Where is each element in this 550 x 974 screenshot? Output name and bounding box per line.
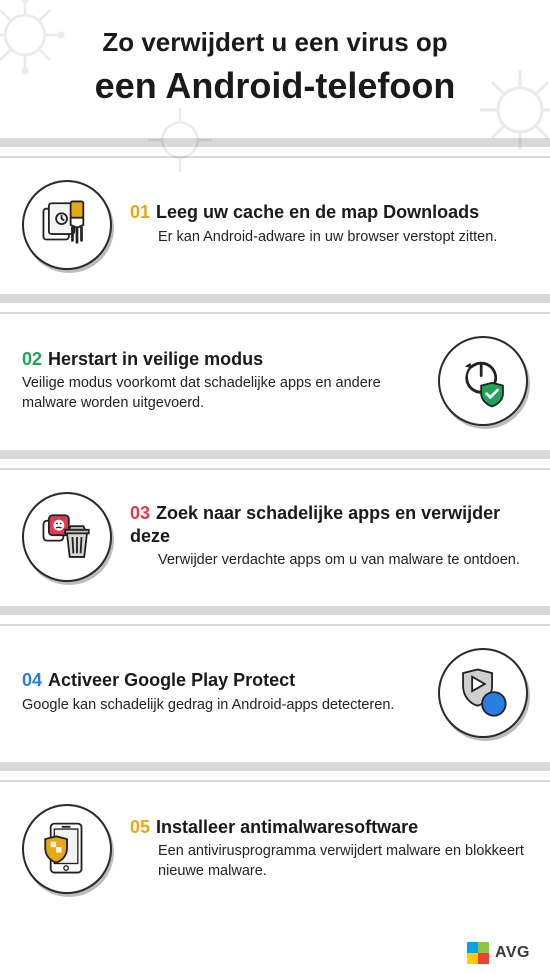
step-number: 01 [130, 202, 150, 222]
title-line-2: een Android-telefoon [24, 63, 526, 108]
step-title: Herstart in veilige modus [48, 349, 263, 369]
step-title: Activeer Google Play Protect [48, 670, 295, 690]
power-shield-icon [438, 336, 528, 426]
avg-logo-icon [467, 942, 489, 964]
brand-logo: AVG [467, 942, 530, 964]
step-number: 02 [22, 349, 42, 369]
step-4: 04 Activeer Google Play Protect Google ka… [0, 626, 550, 762]
page-title: Zo verwijdert u een virus op een Android… [24, 26, 526, 108]
step-desc: Veilige modus voorkomt dat schadelijke a… [22, 374, 420, 413]
step-5: 05 Installeer antimalwaresoftware Een ant… [0, 782, 550, 918]
step-number: 04 [22, 670, 42, 690]
step-title: Leeg uw cache en de map Downloads [156, 202, 479, 222]
step-desc: Een antivirusprogramma verwijdert malwar… [130, 842, 528, 881]
step-title: Zoek naar schadelijke apps en verwijder … [130, 503, 500, 546]
brand-name: AVG [495, 944, 530, 962]
step-number: 03 [130, 503, 150, 523]
step-3: 03Zoek naar schadelijke apps en verwijde… [0, 470, 550, 606]
step-title: Installeer antimalwaresoftware [156, 817, 418, 837]
trash-app-icon [22, 492, 112, 582]
step-2: 02 Herstart in veilige modus Veilige modu… [0, 314, 550, 450]
brush-icon [22, 180, 112, 270]
divider [0, 606, 550, 626]
play-protect-icon [438, 648, 528, 738]
title-line-1: Zo verwijdert u een virus op [102, 27, 447, 57]
step-desc: Er kan Android-adware in uw browser vers… [130, 228, 528, 248]
divider [0, 138, 550, 158]
phone-shield-icon [22, 804, 112, 894]
divider [0, 762, 550, 782]
step-desc: Google kan schadelijk gedrag in Android-… [22, 696, 420, 716]
divider [0, 294, 550, 314]
step-number: 05 [130, 817, 150, 837]
step-1: 01 Leeg uw cache en de map Downloads Er k… [0, 158, 550, 294]
step-desc: Verwijder verdachte apps om u van malwar… [130, 551, 528, 571]
divider [0, 450, 550, 470]
